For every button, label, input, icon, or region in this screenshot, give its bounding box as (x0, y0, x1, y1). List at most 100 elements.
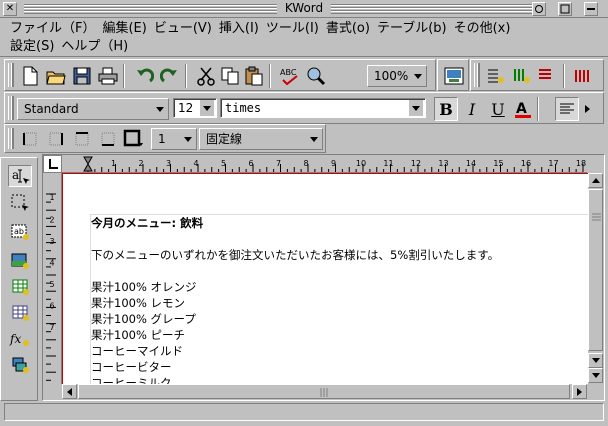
copy-icon[interactable] (219, 65, 241, 87)
text-frame-tool-icon[interactable]: ab (8, 221, 32, 243)
border-color-icon[interactable] (123, 128, 145, 150)
ruler-label: 18 (576, 159, 586, 168)
ruler-label: 2 (49, 216, 54, 225)
menu-edit[interactable]: 編集(E) (102, 20, 146, 38)
cut-icon[interactable] (195, 65, 217, 87)
part-frame-tool-icon[interactable] (8, 276, 32, 298)
insert-row-icon[interactable] (485, 65, 507, 87)
underline-button[interactable]: U (486, 97, 510, 121)
toolbar-handle[interactable] (474, 63, 480, 87)
border-bottom-icon[interactable] (97, 128, 119, 150)
title-bar[interactable]: ✕ KWord (0, 0, 608, 18)
border-top-icon[interactable] (71, 128, 93, 150)
ruler-label: 10 (356, 159, 366, 168)
menu-extra[interactable]: その他(x) (454, 20, 511, 38)
ruler-label: 1 (111, 159, 116, 168)
ruler-label: 7 (49, 323, 54, 332)
delete-row-icon[interactable] (535, 65, 557, 87)
ruler-label: 7 (276, 159, 281, 168)
format-toolbar: Standard 12 times B I U A (4, 92, 604, 124)
text-color-icon[interactable]: A (512, 98, 534, 120)
menu-table[interactable]: テーブル(b) (377, 20, 447, 38)
paragraph-style-select[interactable]: Standard (17, 98, 169, 120)
border-width-select[interactable]: 1 (151, 128, 197, 150)
menu-format[interactable]: 書式(o) (326, 20, 370, 38)
vertical-scrollbar[interactable] (588, 173, 604, 384)
align-left-icon[interactable] (555, 97, 579, 121)
open-folder-icon[interactable] (45, 65, 67, 87)
ruler-label: 16 (521, 159, 531, 168)
ruler-label: 15 (493, 159, 503, 168)
ruler-label: 3 (166, 159, 171, 168)
menu-insert[interactable]: 挿入(I) (219, 20, 259, 38)
undo-icon[interactable] (133, 65, 155, 87)
menu-help[interactable]: ヘルプ（H) (61, 38, 128, 56)
next-page-icon[interactable] (588, 368, 603, 383)
vertical-ruler[interactable]: 1 2 3 4 5 6 7 (43, 173, 62, 384)
tab-stop-selector-icon[interactable] (43, 155, 62, 173)
border-left-icon[interactable] (19, 128, 41, 150)
edit-text-tool-icon[interactable]: a (8, 165, 32, 187)
border-style-select[interactable]: 固定線 (199, 128, 323, 150)
document-text[interactable]: 今月のメニュー: 飲料 下のメニューのいずれかを御注文いただいたお客様には、5%… (91, 215, 588, 384)
horizontal-scroll-thumb[interactable] (78, 384, 570, 399)
shade-icon[interactable] (584, 2, 598, 16)
font-size-select[interactable]: 12 (173, 98, 217, 118)
toolbar-handle[interactable] (8, 63, 14, 87)
maximize-icon[interactable] (558, 2, 572, 16)
redo-icon[interactable] (159, 65, 181, 87)
scroll-left-icon[interactable] (62, 384, 77, 399)
formula-tool-icon[interactable]: fx (8, 328, 32, 350)
delete-column-icon[interactable] (571, 65, 593, 87)
toolbar-extension-icon[interactable] (585, 105, 590, 113)
frame-toolbar (437, 59, 469, 91)
toolbar-handle[interactable] (8, 96, 14, 120)
scroll-down-icon[interactable] (588, 353, 603, 368)
ruler-label: 13 (438, 159, 448, 168)
document-page[interactable]: 今月のメニュー: 飲料 下のメニューのいずれかを御注文いただいたお客様には、5%… (62, 173, 588, 384)
border-toolbar: 1 固定線 (4, 124, 326, 153)
table-frame-tool-icon[interactable] (8, 302, 32, 324)
ruler-label: 1 (49, 193, 54, 202)
horizontal-scrollbar[interactable] (62, 384, 588, 400)
bold-button[interactable]: B (434, 97, 458, 121)
italic-button[interactable]: I (460, 97, 484, 121)
ruler-label: 6 (248, 159, 253, 168)
svg-text:fx: fx (9, 332, 21, 346)
border-right-icon[interactable] (45, 128, 67, 150)
spellcheck-icon[interactable]: ABC (279, 65, 301, 87)
ruler-label: 2 (138, 159, 143, 168)
picture-frame-tool-icon[interactable] (8, 250, 32, 272)
save-disk-icon[interactable] (71, 65, 93, 87)
font-family-select[interactable]: times (220, 98, 426, 118)
scroll-right-icon[interactable] (572, 384, 587, 399)
find-icon[interactable] (305, 65, 327, 87)
chevron-down-icon (200, 100, 214, 116)
indent-marker-icon[interactable] (83, 156, 93, 172)
ruler-label: 4 (49, 259, 54, 268)
menu-row-2: 設定(S) ヘルプ（H) (10, 38, 135, 56)
zoom-select[interactable]: 100% (367, 65, 427, 87)
print-icon[interactable] (97, 65, 119, 87)
vertical-scroll-thumb[interactable] (588, 189, 603, 351)
object-tool-icon[interactable] (8, 354, 32, 376)
scroll-up-icon[interactable] (588, 173, 603, 188)
close-icon[interactable]: ✕ (3, 2, 17, 16)
new-document-icon[interactable] (19, 65, 41, 87)
insert-column-icon[interactable] (511, 65, 533, 87)
menu-view[interactable]: ビュー(V) (154, 20, 212, 38)
horizontal-ruler[interactable]: 1 2 3 4 5 6 7 8 9 10 11 12 13 14 15 16 17 18 (62, 155, 587, 173)
menu-row-1: ファイル（F） 編集(E) ビュー(V) 挿入(I) ツール(I) 書式(o) … (10, 20, 517, 38)
menu-tools[interactable]: ツール(I) (266, 20, 319, 38)
insert-picture-icon[interactable] (443, 65, 465, 87)
menu-item-line: コーヒーマイルド (91, 344, 183, 358)
menu-file[interactable]: ファイル（F） (10, 20, 95, 38)
minimize-icon[interactable] (532, 2, 546, 16)
menu-settings[interactable]: 設定(S) (10, 38, 54, 56)
ruler-label: 5 (221, 159, 226, 168)
ruler-ticks: 1 2 3 4 5 6 7 (46, 193, 56, 381)
toolbar-handle[interactable] (8, 128, 14, 149)
select-frame-tool-icon[interactable] (8, 192, 32, 214)
paste-icon[interactable] (243, 65, 265, 87)
menu-item-line: 果汁100% ピーチ (91, 328, 186, 342)
